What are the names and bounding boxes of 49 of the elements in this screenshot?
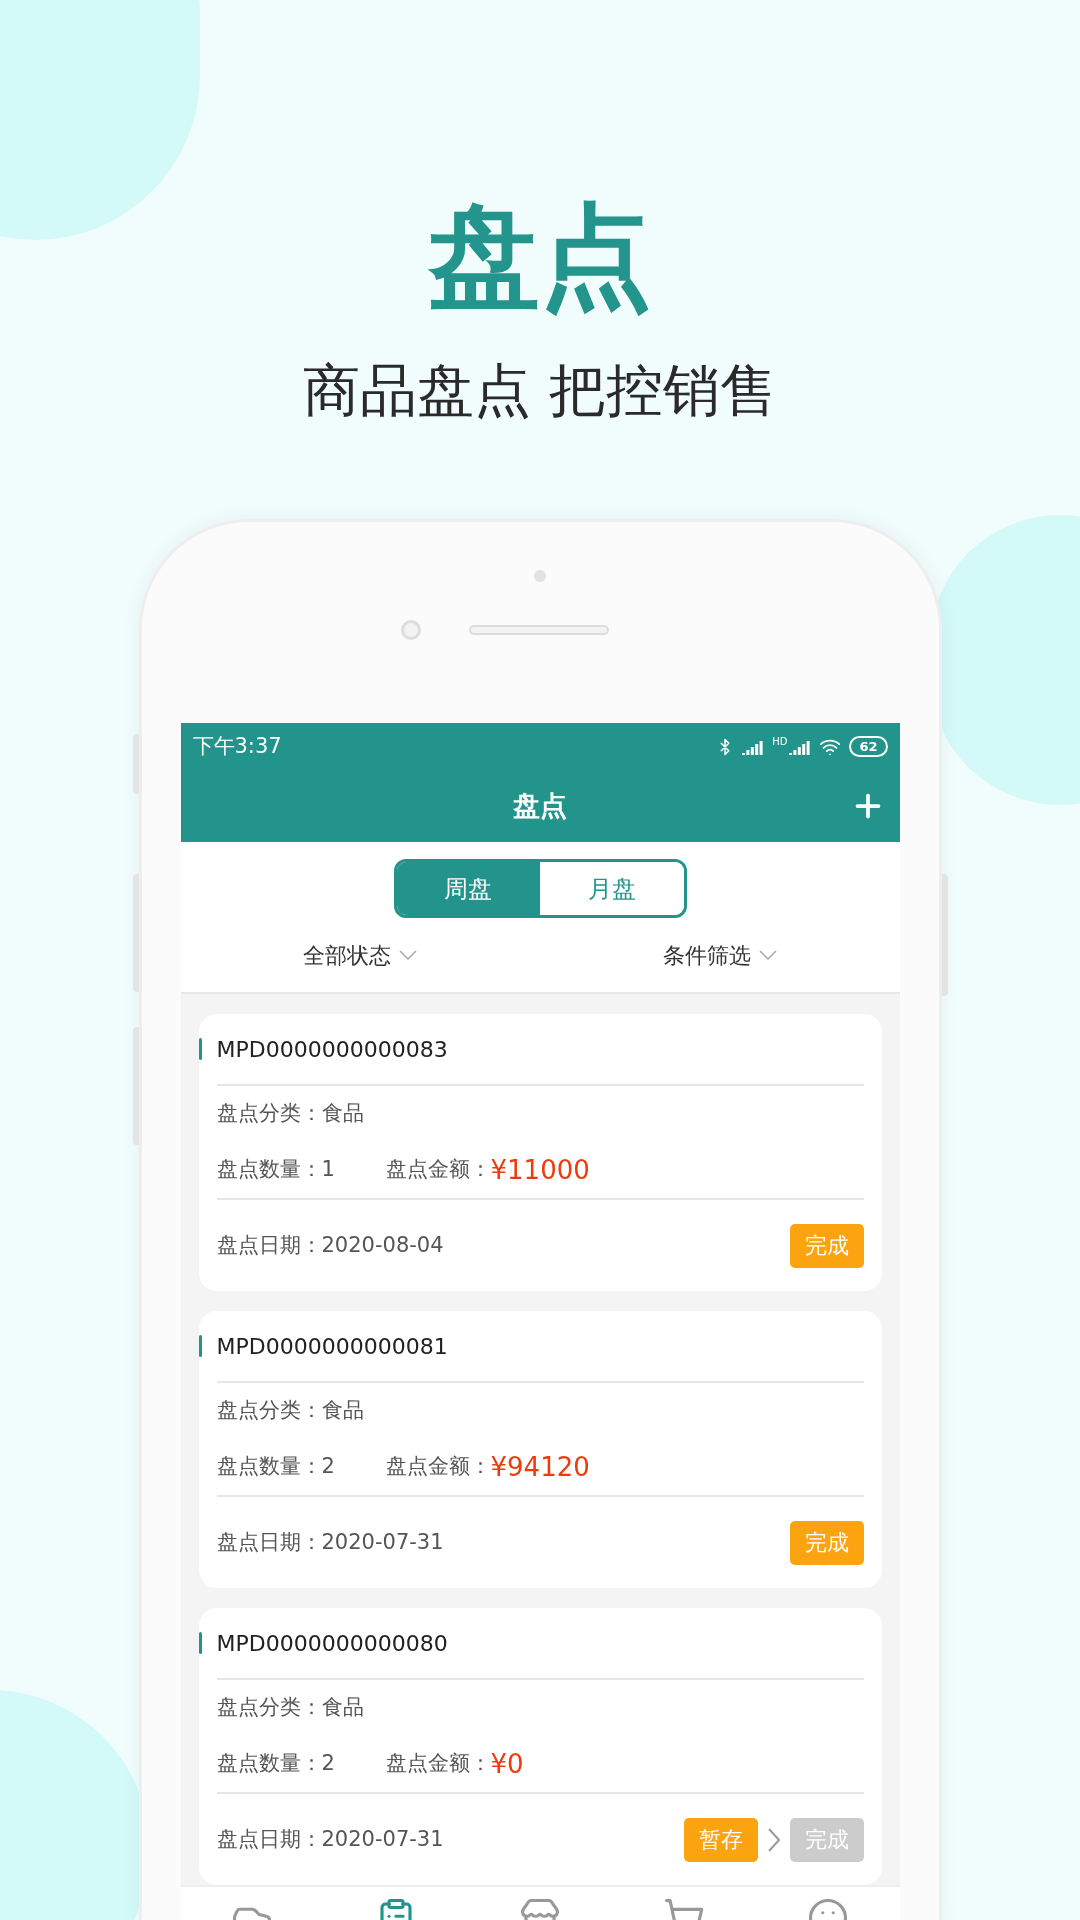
quantity-label: 盘点数量： — [216, 1750, 322, 1778]
record-card[interactable]: MPD0000000000081 盘点分类：食品 盘点数量：2 盘点金额：¥94120 盘点日期：2020-07-31 完成 — [198, 1311, 882, 1588]
date-value: 2020-08-04 — [321, 1231, 444, 1259]
chevron-down-icon — [399, 950, 418, 960]
date-label: 盘点日期： — [216, 1825, 322, 1853]
quantity-label: 盘点数量： — [216, 1453, 322, 1481]
date-value: 2020-07-31 — [321, 1825, 444, 1853]
amount-value: ¥0 — [490, 1747, 524, 1781]
status-button[interactable]: 完成 — [789, 1223, 864, 1268]
signal-icon — [742, 738, 765, 755]
filter-dropdown[interactable]: 全部状态 — [180, 938, 540, 972]
category-value: 食品 — [321, 1100, 364, 1128]
signal-icon — [789, 738, 812, 755]
category-label: 盘点分类： — [216, 1100, 322, 1128]
quantity-label: 盘点数量： — [216, 1156, 322, 1184]
amount-label: 盘点金额： — [385, 1156, 491, 1184]
quantity-value: 2 — [321, 1750, 336, 1778]
category-label: 盘点分类： — [216, 1397, 322, 1425]
category-label: 盘点分类： — [216, 1694, 322, 1722]
network-label: HD — [772, 736, 788, 747]
date-label: 盘点日期： — [216, 1231, 322, 1259]
date-value: 2020-07-31 — [321, 1528, 444, 1556]
record-card[interactable]: MPD0000000000083 盘点分类：食品 盘点数量：1 盘点金额：¥11000 盘点日期：2020-08-04 完成 — [198, 1014, 882, 1291]
front-camera — [401, 620, 421, 640]
status-button[interactable]: 暂存 — [683, 1817, 758, 1862]
record-id: MPD0000000000083 — [216, 1035, 448, 1064]
app-title: 盘点 — [513, 788, 567, 823]
amount-value: ¥94120 — [490, 1450, 590, 1484]
amount-label: 盘点金额： — [385, 1453, 491, 1481]
subtitle: 商品盘点 把控销售 — [302, 362, 778, 419]
status-time: 下午3:37 — [192, 732, 282, 760]
accent-bar — [198, 1038, 202, 1060]
accent-bar — [198, 1632, 202, 1654]
date-label: 盘点日期： — [216, 1528, 322, 1556]
chevron-right-icon — [767, 1827, 780, 1852]
accent-bar — [198, 1335, 202, 1357]
quantity-value: 2 — [321, 1453, 336, 1481]
filter-dropdown[interactable]: 条件筛选 — [540, 938, 900, 972]
battery-level: 62 — [849, 736, 888, 757]
amount-value: ¥11000 — [490, 1153, 590, 1187]
status-button[interactable]: 完成 — [789, 1520, 864, 1565]
amount-label: 盘点金额： — [385, 1750, 491, 1778]
category-value: 食品 — [321, 1397, 364, 1425]
record-id: MPD0000000000081 — [216, 1332, 448, 1361]
quantity-value: 1 — [321, 1156, 336, 1184]
record-id: MPD0000000000080 — [216, 1629, 448, 1658]
segment-tab[interactable]: 周盘 — [396, 862, 540, 915]
chevron-down-icon — [758, 950, 777, 960]
category-value: 食品 — [321, 1694, 364, 1722]
